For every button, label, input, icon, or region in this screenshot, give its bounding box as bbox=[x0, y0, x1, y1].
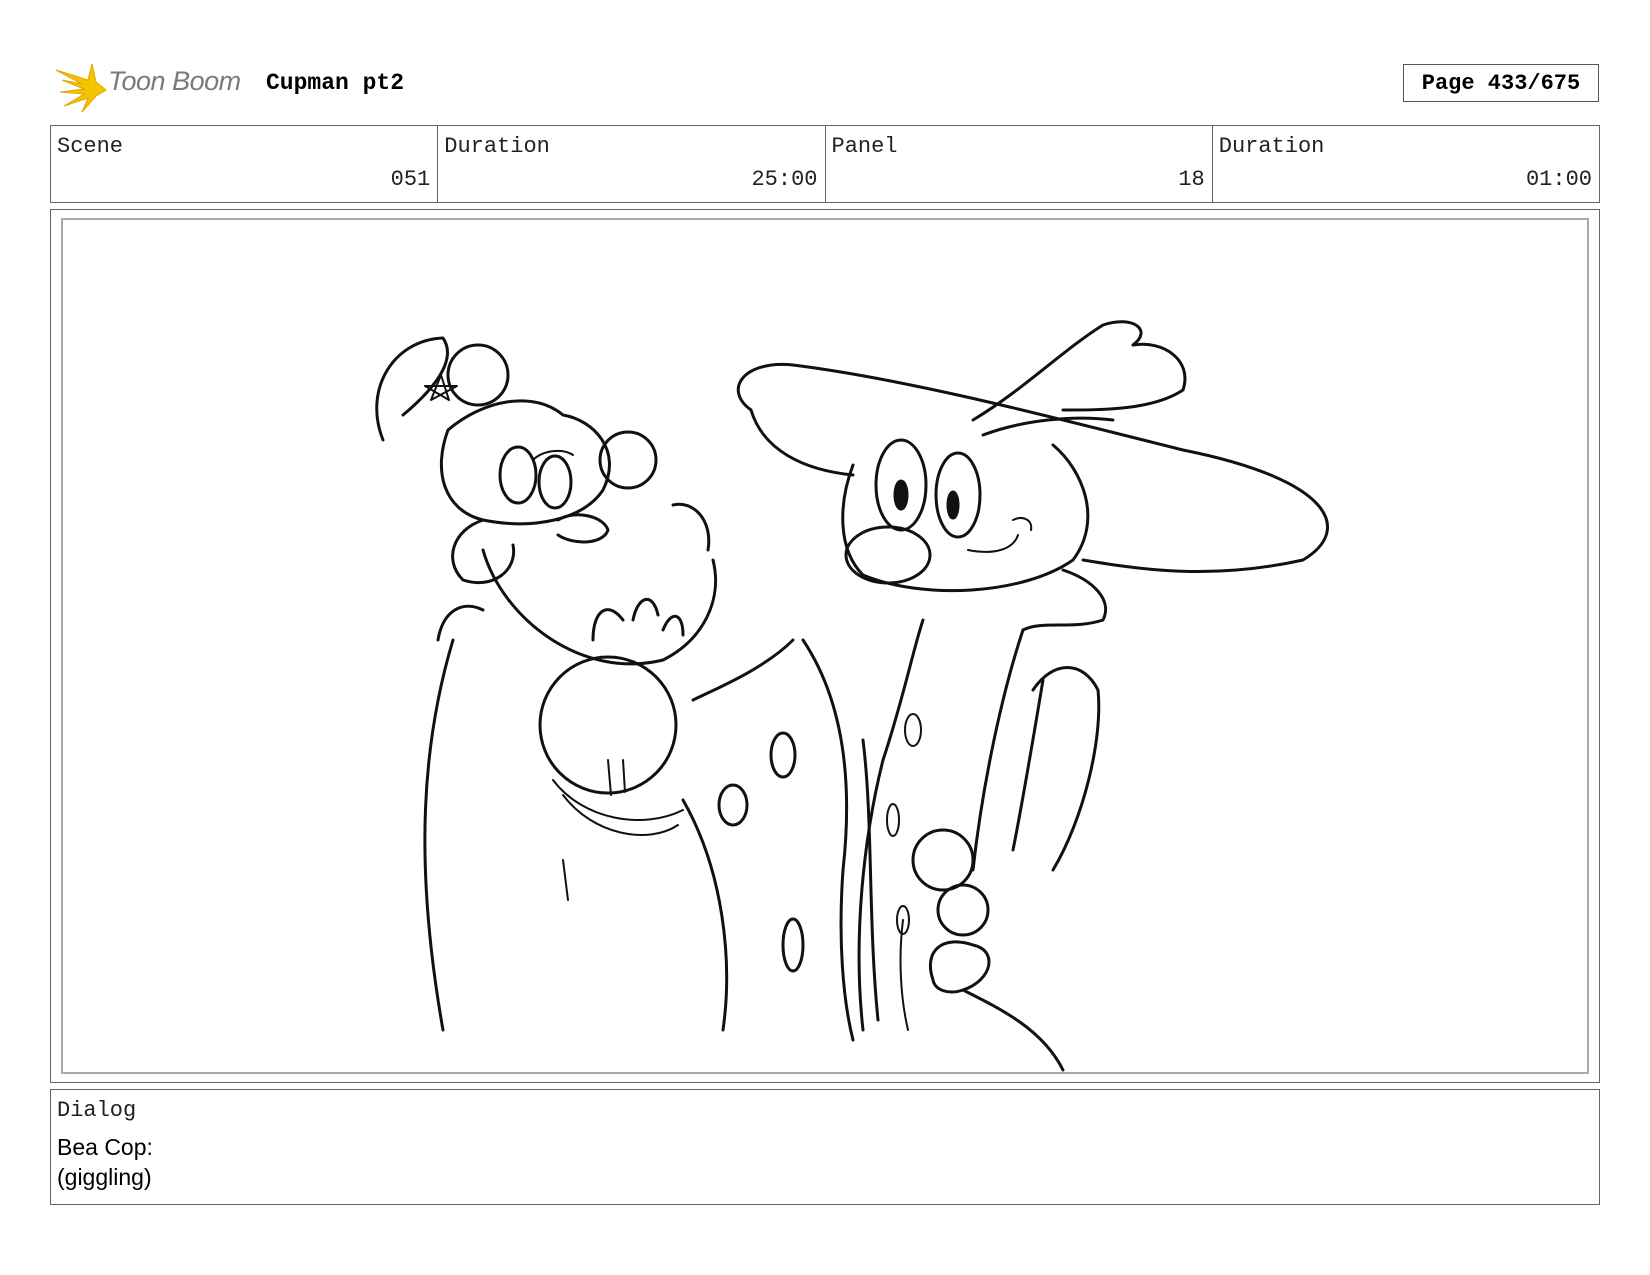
dialog-box: Dialog Bea Cop: (giggling) bbox=[50, 1089, 1600, 1205]
scene-duration-label: Duration bbox=[444, 134, 550, 159]
panel-duration-label: Duration bbox=[1218, 134, 1325, 159]
project-title: Cupman pt2 bbox=[266, 70, 405, 96]
scene-duration-value: 25:00 bbox=[751, 167, 818, 192]
logo-wordmark: Toon Boom bbox=[108, 66, 241, 96]
page-number: Page 433/675 bbox=[1403, 64, 1599, 102]
bee-cop-sketch bbox=[375, 336, 795, 1032]
toon-boom-logo: Toon Boom bbox=[52, 56, 252, 116]
dialog-direction: (giggling) bbox=[57, 1164, 152, 1190]
storyboard-panel-frame bbox=[50, 209, 1600, 1083]
panel-label: Panel bbox=[831, 134, 898, 159]
dialog-speaker: Bea Cop: bbox=[57, 1134, 153, 1160]
panel-value: 18 bbox=[1178, 167, 1205, 192]
storyboard-sketch bbox=[375, 320, 1329, 1072]
dialog-label: Dialog bbox=[57, 1098, 137, 1123]
panel-cell: Panel 18 bbox=[826, 126, 1213, 202]
scene-cell: Scene 051 bbox=[51, 126, 439, 202]
storyboard-drawing-area bbox=[61, 218, 1589, 1074]
logo-star-icon bbox=[55, 63, 107, 113]
scene-duration-cell: Duration 25:00 bbox=[438, 126, 826, 202]
dialog-text: Bea Cop: (giggling) bbox=[57, 1132, 153, 1192]
panel-info-row: Scene 051 Duration 25:00 Panel 18 Durati… bbox=[50, 125, 1600, 203]
panel-duration-value: 01:00 bbox=[1525, 167, 1592, 192]
cowboy-sketch bbox=[717, 320, 1329, 1072]
panel-duration-cell: Duration 01:00 bbox=[1213, 126, 1599, 202]
scene-label: Scene bbox=[57, 134, 124, 159]
scene-value: 051 bbox=[390, 167, 431, 192]
